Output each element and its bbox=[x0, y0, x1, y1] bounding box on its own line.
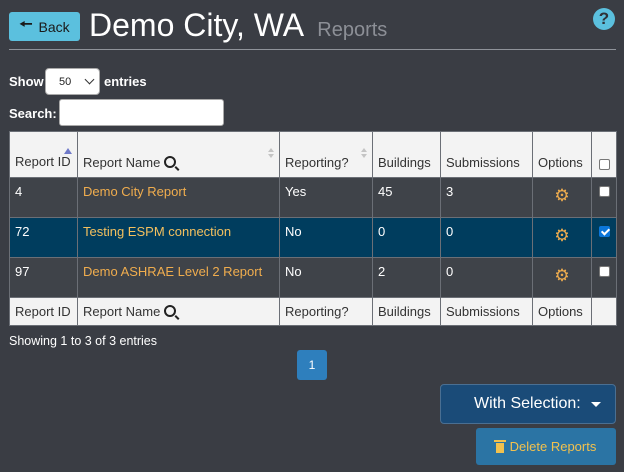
column-header-report-id[interactable]: Report ID bbox=[9, 131, 78, 178]
buildings-cell: 2 bbox=[372, 257, 441, 298]
buildings-cell: 0 bbox=[372, 217, 441, 258]
header-divider bbox=[9, 49, 616, 50]
table-row[interactable]: 72 Testing ESPM connection No 0 0 ⚙ bbox=[9, 217, 617, 258]
search-icon bbox=[164, 305, 177, 317]
report-name-link[interactable]: Demo City Report bbox=[83, 184, 186, 199]
caret-down-icon bbox=[591, 402, 601, 407]
row-checkbox[interactable] bbox=[598, 226, 610, 237]
search-input[interactable] bbox=[59, 99, 224, 126]
table-row[interactable]: 97 Demo ASHRAE Level 2 Report No 2 0 ⚙ bbox=[9, 257, 617, 298]
footer-header-options: Options bbox=[532, 297, 592, 326]
show-label: Show bbox=[9, 74, 44, 89]
footer-header-reporting: Reporting? bbox=[279, 297, 373, 326]
footer-header-buildings: Buildings bbox=[372, 297, 441, 326]
column-header-report-name[interactable]: Report Name bbox=[77, 131, 280, 178]
report-name-link[interactable]: Testing ESPM connection bbox=[83, 224, 231, 239]
arrow-left-icon: 🠔 bbox=[19, 16, 33, 33]
footer-empty-cell bbox=[591, 297, 617, 326]
table-header-row: Report ID Report Name Reporting? Buildin… bbox=[9, 131, 617, 178]
gear-icon[interactable]: ⚙ bbox=[538, 187, 586, 205]
sort-ascending-icon bbox=[64, 148, 72, 154]
submissions-cell: 0 bbox=[440, 217, 533, 258]
table-row[interactable]: 4 Demo City Report Yes 45 3 ⚙ bbox=[9, 177, 617, 218]
report-id-cell: 4 bbox=[9, 177, 78, 218]
buildings-cell: 45 bbox=[372, 177, 441, 218]
report-id-cell: 97 bbox=[9, 257, 78, 298]
submissions-cell: 0 bbox=[440, 257, 533, 298]
reporting-cell: No bbox=[279, 257, 373, 298]
with-selection-label: With Selection: bbox=[474, 395, 581, 412]
search-label: Search: bbox=[9, 106, 57, 121]
row-checkbox[interactable] bbox=[598, 266, 610, 277]
page-length-select[interactable]: 50 bbox=[45, 68, 100, 95]
gear-icon[interactable]: ⚙ bbox=[538, 267, 586, 285]
delete-reports-button[interactable]: Delete Reports bbox=[476, 428, 616, 465]
select-all-checkbox[interactable] bbox=[598, 159, 610, 170]
sort-icon bbox=[361, 148, 367, 158]
column-header-buildings[interactable]: Buildings bbox=[372, 131, 441, 178]
submissions-cell: 3 bbox=[440, 177, 533, 218]
column-header-reporting[interactable]: Reporting? bbox=[279, 131, 373, 178]
page-button-1[interactable]: 1 bbox=[297, 350, 327, 380]
sort-icon bbox=[268, 148, 274, 158]
page-subtitle: Reports bbox=[317, 19, 388, 41]
table-info: Showing 1 to 3 of 3 entries bbox=[9, 334, 158, 348]
help-icon[interactable]: ? bbox=[593, 8, 615, 30]
report-id-cell: 72 bbox=[9, 217, 78, 258]
back-button[interactable]: 🠔 Back bbox=[9, 12, 80, 41]
table-footer-row: Report ID Report Name Reporting? Buildin… bbox=[9, 297, 617, 326]
gear-icon[interactable]: ⚙ bbox=[538, 227, 586, 245]
with-selection-dropdown[interactable]: With Selection: bbox=[440, 384, 616, 424]
reporting-cell: No bbox=[279, 217, 373, 258]
search-icon bbox=[164, 156, 177, 168]
delete-reports-label: Delete Reports bbox=[509, 439, 597, 454]
chevron-down-icon bbox=[84, 74, 95, 85]
footer-header-report-name: Report Name bbox=[77, 297, 280, 326]
reporting-cell: Yes bbox=[279, 177, 373, 218]
footer-header-report-id: Report ID bbox=[9, 297, 78, 326]
page-length-value: 50 bbox=[59, 75, 72, 88]
back-button-label: Back bbox=[38, 18, 70, 35]
city-title: Demo City, WA bbox=[89, 7, 303, 43]
column-header-options: Options bbox=[532, 131, 592, 178]
select-all-cell bbox=[591, 131, 617, 178]
column-header-submissions[interactable]: Submissions bbox=[440, 131, 533, 178]
footer-header-submissions: Submissions bbox=[440, 297, 533, 326]
report-name-link[interactable]: Demo ASHRAE Level 2 Report bbox=[83, 264, 262, 279]
entries-label: entries bbox=[104, 74, 147, 89]
row-checkbox[interactable] bbox=[598, 186, 610, 197]
reports-table: Report ID Report Name Reporting? Buildin… bbox=[9, 131, 617, 326]
trash-icon bbox=[493, 439, 506, 453]
page-title: Demo City, WA Reports bbox=[89, 5, 387, 50]
